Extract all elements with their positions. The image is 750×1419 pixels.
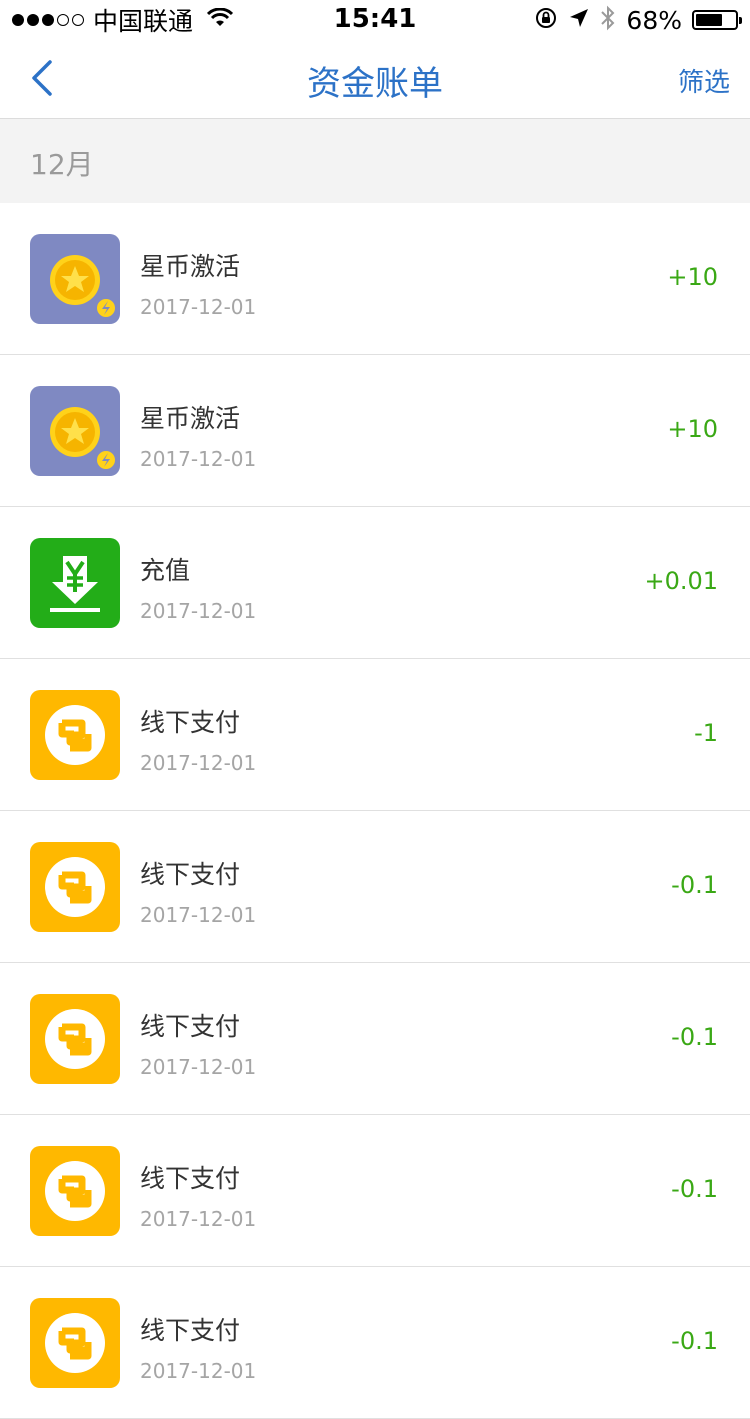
transaction-date: 2017-12-01: [140, 903, 257, 927]
offline-pay-icon: [30, 842, 120, 932]
transaction-row[interactable]: 线下支付 2017-12-01 -0.1: [0, 963, 750, 1115]
navigation-bar: 资金账单 筛选: [0, 40, 750, 119]
transaction-date: 2017-12-01: [140, 1055, 257, 1079]
transaction-list: 星币激活 2017-12-01 +10 星币激活 2017-12-01 +10 充值 20…: [0, 203, 750, 1419]
battery-percent: 68%: [626, 5, 682, 35]
month-section-header: 12月: [0, 119, 750, 203]
chevron-left-icon: [32, 60, 52, 96]
transaction-date: 2017-12-01: [140, 295, 257, 319]
battery-level: [696, 14, 722, 26]
transaction-title: 线下支付: [140, 708, 241, 737]
transaction-date: 2017-12-01: [140, 751, 257, 775]
transaction-row[interactable]: 线下支付 2017-12-01 -0.1: [0, 1267, 750, 1419]
transaction-amount: -0.1: [671, 1023, 718, 1051]
transaction-title: 星币激活: [140, 404, 241, 433]
transaction-title: 线下支付: [140, 1164, 241, 1193]
offline-pay-icon: [30, 1146, 120, 1236]
transaction-amount: -0.1: [671, 1175, 718, 1203]
transaction-title: 星币激活: [140, 252, 241, 281]
transaction-row[interactable]: 星币激活 2017-12-01 +10: [0, 203, 750, 355]
transaction-row[interactable]: 充值 2017-12-01 +0.01: [0, 507, 750, 659]
transaction-amount: +10: [667, 263, 718, 291]
month-label: 12月: [30, 148, 94, 181]
transaction-row[interactable]: 星币激活 2017-12-01 +10: [0, 355, 750, 507]
transaction-title: 线下支付: [140, 1012, 241, 1041]
battery-icon: [692, 10, 742, 30]
transaction-amount: -1: [694, 719, 718, 747]
transaction-title: 线下支付: [140, 860, 241, 889]
transaction-date: 2017-12-01: [140, 1359, 257, 1383]
transaction-row[interactable]: 线下支付 2017-12-01 -1: [0, 659, 750, 811]
transaction-title: 充值: [140, 556, 191, 585]
transaction-date: 2017-12-01: [140, 447, 257, 471]
transaction-row[interactable]: 线下支付 2017-12-01 -0.1: [0, 1115, 750, 1267]
back-button[interactable]: [22, 56, 62, 100]
transaction-row[interactable]: 线下支付 2017-12-01 -0.1: [0, 811, 750, 963]
transaction-amount: -0.1: [671, 1327, 718, 1355]
rotation-lock-icon: [534, 6, 558, 34]
offline-pay-icon: [30, 994, 120, 1084]
page-title: 资金账单: [307, 64, 443, 104]
transaction-amount: +10: [667, 415, 718, 443]
filter-button[interactable]: 筛选: [678, 62, 730, 99]
star-coin-icon: [30, 234, 120, 324]
transaction-date: 2017-12-01: [140, 599, 257, 623]
status-right: 68%: [524, 5, 742, 35]
transaction-date: 2017-12-01: [140, 1207, 257, 1231]
offline-pay-icon: [30, 1298, 120, 1388]
transaction-title: 线下支付: [140, 1316, 241, 1345]
transaction-amount: -0.1: [671, 871, 718, 899]
location-arrow-icon: [568, 7, 590, 33]
bluetooth-icon: [600, 5, 616, 35]
status-bar: 中国联通 15:41 68%: [0, 0, 750, 40]
transaction-amount: +0.01: [644, 567, 718, 595]
star-coin-icon: [30, 386, 120, 476]
recharge-yen-icon: [30, 538, 120, 628]
offline-pay-icon: [30, 690, 120, 780]
